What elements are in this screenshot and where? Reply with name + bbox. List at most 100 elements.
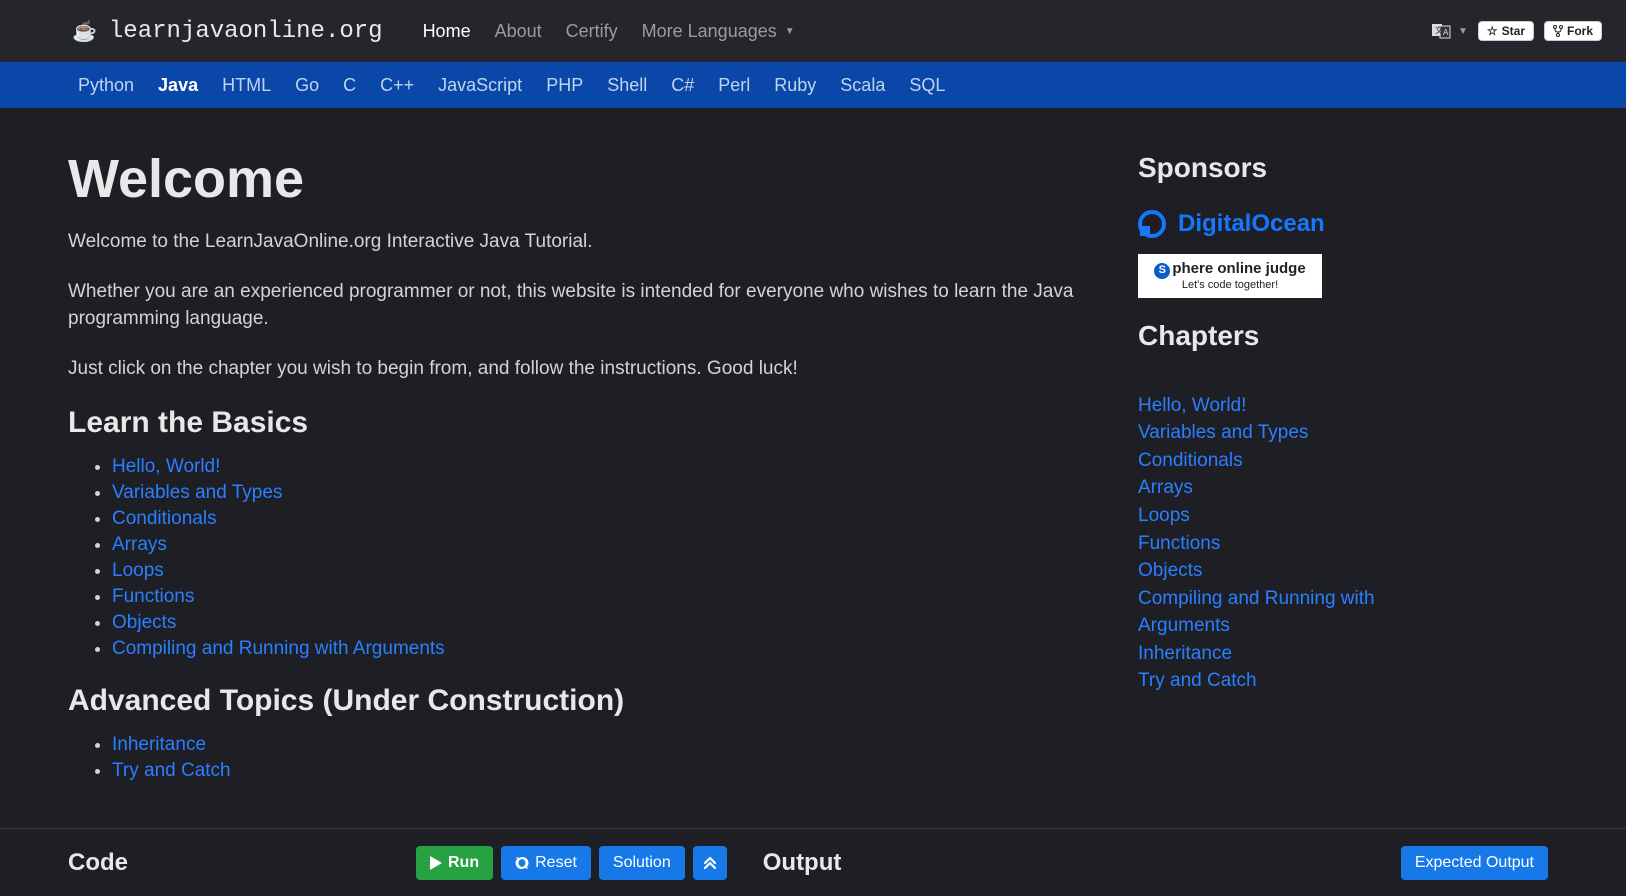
footer-button-group: Run Reset Solution bbox=[416, 846, 727, 880]
expected-output-button[interactable]: Expected Output bbox=[1401, 846, 1548, 880]
chapter-link[interactable]: Try and Catch bbox=[112, 760, 231, 781]
sidebar-chapter-link[interactable]: Variables and Types bbox=[1138, 419, 1398, 447]
sponsor-digitalocean[interactable]: DigitalOcean bbox=[1138, 210, 1398, 238]
list-item: Arrays bbox=[112, 534, 1078, 556]
nav-certify[interactable]: Certify bbox=[566, 21, 618, 42]
list-item: Functions bbox=[112, 586, 1078, 608]
lang-tab-go[interactable]: Go bbox=[295, 75, 319, 96]
solution-button[interactable]: Solution bbox=[599, 846, 685, 880]
spoj-s-icon: S bbox=[1154, 263, 1170, 279]
list-item: Try and Catch bbox=[112, 760, 1078, 782]
intro-paragraph-1: Welcome to the LearnJavaOnline.org Inter… bbox=[68, 228, 1078, 256]
chapter-link[interactable]: Variables and Types bbox=[112, 482, 282, 503]
code-label: Code bbox=[68, 849, 416, 877]
primary-nav: Home About Certify More Languages ▼ bbox=[423, 21, 795, 42]
output-label: Output bbox=[763, 849, 842, 877]
nav-more-languages[interactable]: More Languages ▼ bbox=[642, 21, 795, 42]
github-fork-label: Fork bbox=[1567, 24, 1593, 38]
sidebar-chapter-link[interactable]: Hello, World! bbox=[1138, 392, 1398, 420]
sidebar-chapter-link[interactable]: Functions bbox=[1138, 530, 1398, 558]
reset-button[interactable]: Reset bbox=[501, 846, 591, 880]
sidebar-chapter-link[interactable]: Compiling and Running with Arguments bbox=[1138, 585, 1398, 640]
github-star-button[interactable]: ☆ Star bbox=[1478, 21, 1534, 41]
page-title: Welcome bbox=[68, 148, 1078, 210]
nav-home[interactable]: Home bbox=[423, 21, 471, 42]
lang-tab-c[interactable]: C# bbox=[671, 75, 694, 96]
sidebar-chapter-link[interactable]: Try and Catch bbox=[1138, 667, 1398, 695]
sponsors-heading: Sponsors bbox=[1138, 152, 1398, 184]
run-button-label: Run bbox=[448, 854, 479, 872]
list-item: Compiling and Running with Arguments bbox=[112, 638, 1078, 660]
sidebar-chapter-link[interactable]: Inheritance bbox=[1138, 640, 1398, 668]
chapter-link[interactable]: Functions bbox=[112, 586, 194, 607]
lang-tab-c[interactable]: C bbox=[343, 75, 356, 96]
sponsor-digitalocean-label: DigitalOcean bbox=[1178, 210, 1325, 238]
intro-paragraph-3: Just click on the chapter you wish to be… bbox=[68, 355, 1078, 383]
caret-down-icon: ▼ bbox=[785, 26, 795, 37]
page-content: Welcome Welcome to the LearnJavaOnline.o… bbox=[0, 108, 1626, 828]
sponsor-spoj-title-text: phere online judge bbox=[1172, 260, 1305, 277]
svg-text:文: 文 bbox=[1435, 25, 1443, 35]
sponsor-spoj[interactable]: Sphere online judge Let's code together! bbox=[1138, 254, 1322, 298]
refresh-icon bbox=[515, 856, 529, 870]
reset-button-label: Reset bbox=[535, 854, 577, 872]
top-nav-bar: ☕ learnjavaonline.org Home About Certify… bbox=[0, 0, 1626, 62]
lang-tab-ruby[interactable]: Ruby bbox=[774, 75, 816, 96]
lang-tab-html[interactable]: HTML bbox=[222, 75, 271, 96]
solution-button-label: Solution bbox=[613, 854, 671, 872]
sidebar-chapter-link[interactable]: Conditionals bbox=[1138, 447, 1398, 475]
sidebar-chapter-link[interactable]: Objects bbox=[1138, 557, 1398, 585]
language-tabs-bar: Python Java HTML Go C C++ JavaScript PHP Shell C#… bbox=[0, 62, 1626, 108]
sidebar-chapter-link[interactable]: Loops bbox=[1138, 502, 1398, 530]
play-icon bbox=[430, 856, 442, 870]
list-item: Conditionals bbox=[112, 508, 1078, 530]
chapters-list: Hello, World!Variables and TypesConditio… bbox=[1138, 392, 1398, 695]
chevron-double-up-icon bbox=[703, 856, 717, 870]
nav-more-languages-label: More Languages bbox=[642, 21, 777, 42]
site-logo[interactable]: ☕ learnjavaonline.org bbox=[72, 18, 383, 45]
expected-output-label: Expected Output bbox=[1415, 854, 1534, 872]
github-star-label: Star bbox=[1502, 24, 1525, 38]
digitalocean-icon bbox=[1138, 210, 1166, 238]
chapter-link[interactable]: Arrays bbox=[112, 534, 167, 555]
list-item: Hello, World! bbox=[112, 456, 1078, 478]
expand-up-button[interactable] bbox=[693, 846, 727, 880]
chapter-link[interactable]: Objects bbox=[112, 612, 176, 633]
sidebar: Sponsors DigitalOcean Sphere online judg… bbox=[1138, 148, 1398, 828]
star-icon: ☆ bbox=[1487, 24, 1498, 38]
lang-tab-java[interactable]: Java bbox=[158, 75, 198, 96]
chapter-link[interactable]: Hello, World! bbox=[112, 456, 220, 477]
lang-tab-scala[interactable]: Scala bbox=[840, 75, 885, 96]
github-fork-button[interactable]: Fork bbox=[1544, 21, 1602, 41]
lang-tab-javascript[interactable]: JavaScript bbox=[438, 75, 522, 96]
lang-tab-perl[interactable]: Perl bbox=[718, 75, 750, 96]
list-item: Objects bbox=[112, 612, 1078, 634]
language-selector[interactable]: 文A ▼ bbox=[1432, 22, 1468, 40]
top-nav-right: 文A ▼ ☆ Star Fork bbox=[1432, 21, 1602, 41]
nav-about[interactable]: About bbox=[495, 21, 542, 42]
sponsor-spoj-subtitle: Let's code together! bbox=[1148, 279, 1312, 292]
svg-text:A: A bbox=[1443, 28, 1449, 37]
lang-tab-php[interactable]: PHP bbox=[546, 75, 583, 96]
list-item: Inheritance bbox=[112, 734, 1078, 756]
lang-tab-shell[interactable]: Shell bbox=[607, 75, 647, 96]
lang-tab-sql[interactable]: SQL bbox=[909, 75, 945, 96]
chapter-link[interactable]: Loops bbox=[112, 560, 164, 581]
footer-right: Expected Output bbox=[1401, 846, 1548, 880]
chapters-heading: Chapters bbox=[1138, 320, 1398, 352]
sidebar-chapter-link[interactable]: Arrays bbox=[1138, 474, 1398, 502]
lang-tab-c[interactable]: C++ bbox=[380, 75, 414, 96]
basics-heading: Learn the Basics bbox=[68, 406, 1078, 440]
run-button[interactable]: Run bbox=[416, 846, 493, 880]
chapter-link[interactable]: Compiling and Running with Arguments bbox=[112, 638, 445, 659]
advanced-list: Inheritance Try and Catch bbox=[68, 734, 1078, 782]
sponsor-spoj-title: Sphere online judge bbox=[1148, 260, 1312, 279]
fork-icon bbox=[1553, 25, 1563, 37]
top-nav-left: ☕ learnjavaonline.org Home About Certify… bbox=[72, 18, 795, 45]
lang-tab-python[interactable]: Python bbox=[78, 75, 134, 96]
code-footer-bar: Code Run Reset Solution Output Expected … bbox=[0, 828, 1626, 896]
chapter-link[interactable]: Conditionals bbox=[112, 508, 217, 529]
chapter-link[interactable]: Inheritance bbox=[112, 734, 206, 755]
java-cup-icon: ☕ bbox=[72, 19, 97, 44]
main-column: Welcome Welcome to the LearnJavaOnline.o… bbox=[68, 148, 1078, 828]
